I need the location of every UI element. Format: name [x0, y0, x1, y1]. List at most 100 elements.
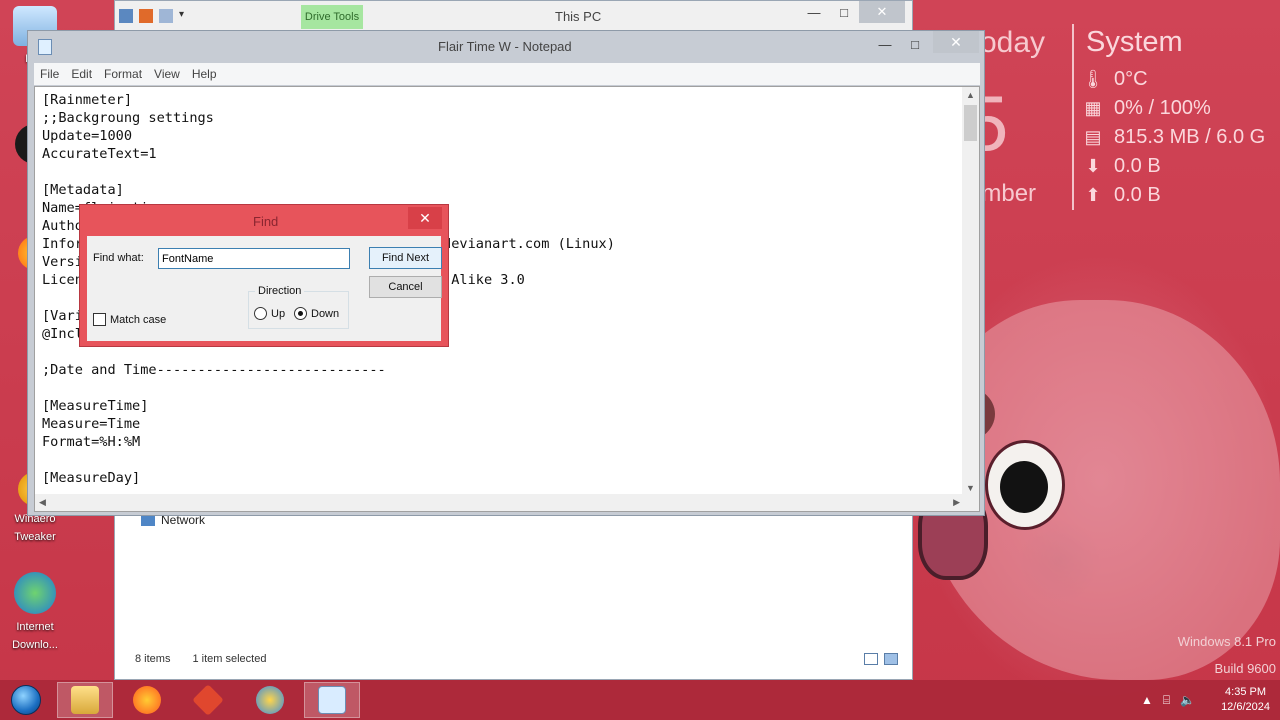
rainmeter-ram-value: 815.3 MB / 6.0 G [1114, 126, 1266, 148]
match-case-option[interactable]: Match case [93, 313, 166, 326]
thermometer-icon: 🌡 [1081, 69, 1105, 89]
system-tray: ▲ ⌸ 🔈 4:35 PM 12/6/2024 [1141, 680, 1280, 720]
horizontal-scrollbar[interactable]: ◀ ▶ [35, 494, 964, 511]
details-view-icon[interactable] [864, 653, 878, 665]
explorer-maximize-button[interactable]: □ [829, 1, 859, 23]
taskbar-firefox[interactable] [119, 682, 175, 718]
notepad-close-button[interactable]: ✕ [933, 31, 979, 53]
large-icons-view-icon[interactable] [884, 653, 898, 665]
rainmeter-divider [1072, 24, 1074, 210]
rainmeter-cpu-value: 0% / 100% [1114, 97, 1211, 119]
rainmeter-ram-row: ▤ 815.3 MB / 6.0 G [1082, 126, 1265, 149]
notepad-line: ;Date and Time--------------------------… [42, 362, 386, 378]
explorer-title: This PC [555, 9, 602, 24]
clock[interactable]: 4:35 PM 12/6/2024 [1221, 685, 1270, 715]
wallpaper-eye [985, 440, 1065, 530]
direction-up-option[interactable]: Up [254, 307, 285, 320]
show-hidden-icons-icon[interactable]: ▲ [1141, 693, 1153, 707]
status-selected-count: 1 item selected [192, 653, 267, 665]
notepad-maximize-button[interactable]: □ [900, 33, 930, 55]
taskbar-app[interactable] [180, 682, 236, 718]
find-dialog-title: Find [253, 214, 279, 229]
rainmeter-upload-value: 0.0 B [1114, 184, 1161, 206]
down-radio[interactable] [294, 307, 307, 320]
chevron-down-icon[interactable]: ▾ [179, 9, 189, 23]
windows-logo-icon [11, 685, 41, 715]
scroll-up-arrow-icon[interactable]: ▲ [966, 90, 975, 100]
rainmeter-today: oday [980, 26, 1046, 59]
notepad-line [42, 379, 615, 397]
ram-icon: ▤ [1084, 127, 1102, 147]
find-what-label: Find what: [93, 252, 144, 264]
windows-edition: Windows 8.1 Pro [1177, 634, 1276, 649]
quick-access-toolbar: ▾ [119, 9, 189, 23]
wallpaper-pupil [1000, 461, 1048, 513]
file-explorer-icon [71, 686, 99, 714]
up-radio[interactable] [254, 307, 267, 320]
rainmeter-temp-row: 🌡 0°C [1082, 68, 1148, 91]
menu-format[interactable]: Format [98, 67, 148, 81]
explorer-titlebar[interactable]: ▾ Drive Tools This PC ― □ ✕ [115, 1, 912, 33]
rainmeter-download-row: ⬇ 0.0 B [1082, 155, 1160, 178]
menu-file[interactable]: File [34, 67, 65, 81]
find-dialog-titlebar[interactable]: Find ✕ [80, 205, 448, 235]
volume-icon[interactable]: 🔈 [1180, 693, 1195, 707]
desktop-icon-idm[interactable]: Internet Downlo... [0, 572, 70, 654]
notepad-icon[interactable] [38, 39, 52, 55]
vertical-scroll-thumb[interactable] [964, 105, 977, 141]
scroll-left-arrow-icon[interactable]: ◀ [39, 497, 46, 508]
notepad-line: ;;Backgroung settings [42, 110, 214, 126]
menu-view[interactable]: View [148, 67, 186, 81]
taskbar-ie[interactable] [242, 682, 298, 718]
match-case-label: Match case [110, 313, 167, 326]
cancel-button[interactable]: Cancel [369, 276, 442, 298]
up-label: Up [271, 307, 286, 320]
taskbar: ▲ ⌸ 🔈 4:35 PM 12/6/2024 [0, 680, 1280, 720]
find-what-input[interactable] [158, 248, 350, 269]
find-dialog[interactable]: Find ✕ Find what: Find Next Cancel Direc… [79, 204, 449, 347]
taskbar-file-explorer[interactable] [57, 682, 113, 718]
idm-icon [14, 572, 56, 614]
view-switcher [864, 653, 898, 665]
menu-help[interactable]: Help [186, 67, 223, 81]
match-case-checkbox[interactable] [93, 313, 106, 326]
notepad-titlebar[interactable]: Flair Time W - Notepad ― □ ✕ [28, 31, 984, 61]
notepad-line: [Rainmeter] [42, 92, 133, 108]
drive-tools-tab[interactable]: Drive Tools [301, 5, 363, 29]
desktop-icon-label: Internet Downlo... [12, 621, 58, 651]
notepad-menubar: File Edit Format View Help [34, 63, 980, 85]
ie-icon [256, 686, 284, 714]
find-dialog-close-button[interactable]: ✕ [408, 207, 442, 229]
down-label: Down [311, 307, 340, 320]
clock-date: 12/6/2024 [1221, 701, 1270, 713]
status-item-count: 8 items [135, 653, 171, 665]
scrollbar-corner [962, 494, 979, 511]
direction-label: Direction [255, 285, 305, 297]
notepad-minimize-button[interactable]: ― [870, 33, 900, 55]
upload-icon: ⬆ [1085, 185, 1101, 205]
vertical-scrollbar[interactable]: ▲ ▼ [962, 87, 979, 495]
explorer-minimize-button[interactable]: ― [799, 1, 829, 23]
taskbar-notepad[interactable] [304, 682, 360, 718]
start-button[interactable] [8, 684, 44, 716]
rainmeter-upload-row: ⬆ 0.0 B [1082, 184, 1161, 207]
explorer-close-button[interactable]: ✕ [859, 1, 905, 23]
notepad-line: Update=1000 [42, 128, 133, 144]
menu-edit[interactable]: Edit [65, 67, 98, 81]
download-icon: ⬇ [1085, 156, 1101, 176]
notepad-line [42, 163, 615, 181]
notepad-line: [MeasureTime] [42, 398, 149, 414]
cpu-icon: ▦ [1084, 98, 1102, 118]
properties-icon[interactable] [139, 9, 153, 23]
rainmeter-cpu-row: ▦ 0% / 100% [1082, 97, 1211, 120]
find-next-button[interactable]: Find Next [369, 247, 442, 269]
computer-icon[interactable] [119, 9, 133, 23]
notepad-icon [318, 686, 346, 714]
scroll-down-arrow-icon[interactable]: ▼ [966, 483, 975, 493]
direction-down-option[interactable]: Down [294, 307, 339, 320]
new-folder-icon[interactable] [159, 9, 173, 23]
windows-build: Build 9600 [1214, 661, 1276, 676]
notepad-line: Measure=Time [42, 416, 141, 432]
network-icon[interactable]: ⌸ [1163, 693, 1170, 708]
scroll-right-arrow-icon[interactable]: ▶ [953, 497, 960, 508]
